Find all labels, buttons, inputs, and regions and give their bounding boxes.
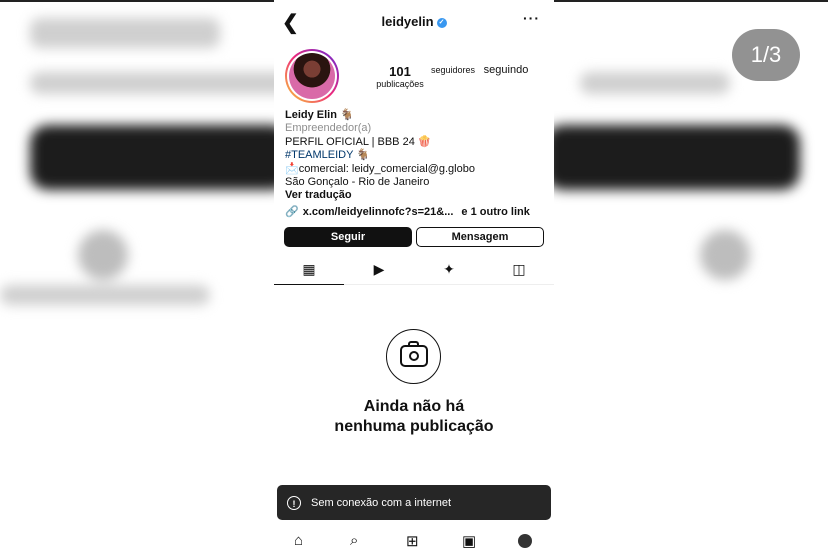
follow-button[interactable]: Seguir <box>284 227 412 247</box>
bio-link[interactable]: x.com/leidyelinnofc?s=21&... <box>303 206 454 219</box>
profile-name: Leidy Elin 🐐 <box>285 109 354 121</box>
bio-line: PERFIL OFICIAL | BBB 24 🍿 <box>285 135 432 148</box>
empty-state-title: Ainda não há nenhuma publicação <box>334 398 494 435</box>
reels-nav-icon[interactable]: ▣ <box>462 532 476 548</box>
no-connection-toast: ! Sem conexão com a internet <box>277 485 551 520</box>
hashtag-link[interactable]: #TEAMLEIDY 🐐 <box>285 149 547 162</box>
profile-category: Empreendedor(a) <box>285 122 372 135</box>
search-icon[interactable]: ⌕ <box>350 532 358 548</box>
posts-stat[interactable]: 101 publicações <box>374 64 426 89</box>
reels-icon[interactable]: ▶ <box>344 257 414 284</box>
verified-badge-icon: ✓ <box>436 17 447 28</box>
avatar[interactable] <box>285 49 339 103</box>
instagram-profile-screenshot: ❮ leidyelin ✓ ··· 101 publicações seguido… <box>274 0 554 548</box>
bottom-nav: ⌂ ⌕ ⊞ ▣ <box>274 528 554 548</box>
profile-bio: Leidy Elin 🐐 Empreendedor(a) PERFIL OFIC… <box>285 109 547 219</box>
profile-header: ❮ leidyelin ✓ ··· <box>274 0 554 44</box>
profile-tabs: ▦ ▶ ✦ ◫ <box>274 257 554 285</box>
grid-icon[interactable]: ▦ <box>274 257 344 285</box>
sparkles-icon[interactable]: ✦ <box>414 257 484 284</box>
ellipsis-icon[interactable]: ··· <box>523 10 540 26</box>
bio-location: São Gonçalo - Rio de Janeiro <box>285 176 430 189</box>
followers-stat[interactable]: seguidores <box>428 65 478 75</box>
profile-username: leidyelin ✓ <box>274 14 554 29</box>
bio-links[interactable]: 🔗 x.com/leidyelinnofc?s=21&... e 1 outro… <box>285 206 547 219</box>
home-icon[interactable]: ⌂ <box>294 532 303 548</box>
camera-icon <box>386 329 441 384</box>
image-counter: 1/3 <box>732 29 800 81</box>
more-links[interactable]: e 1 outro link <box>461 206 529 219</box>
translate-link[interactable]: Ver tradução <box>285 189 547 202</box>
link-icon: 🔗 <box>285 205 299 218</box>
profile-avatar[interactable] <box>518 534 532 548</box>
new-post-icon[interactable]: ⊞ <box>406 532 419 548</box>
warning-icon: ! <box>287 495 301 510</box>
bio-contact: 📩comercial: leidy_comercial@g.globo <box>285 162 475 175</box>
following-stat[interactable]: seguindo <box>480 64 532 76</box>
tagged-icon[interactable]: ◫ <box>484 257 554 284</box>
message-button[interactable]: Mensagem <box>416 227 544 247</box>
